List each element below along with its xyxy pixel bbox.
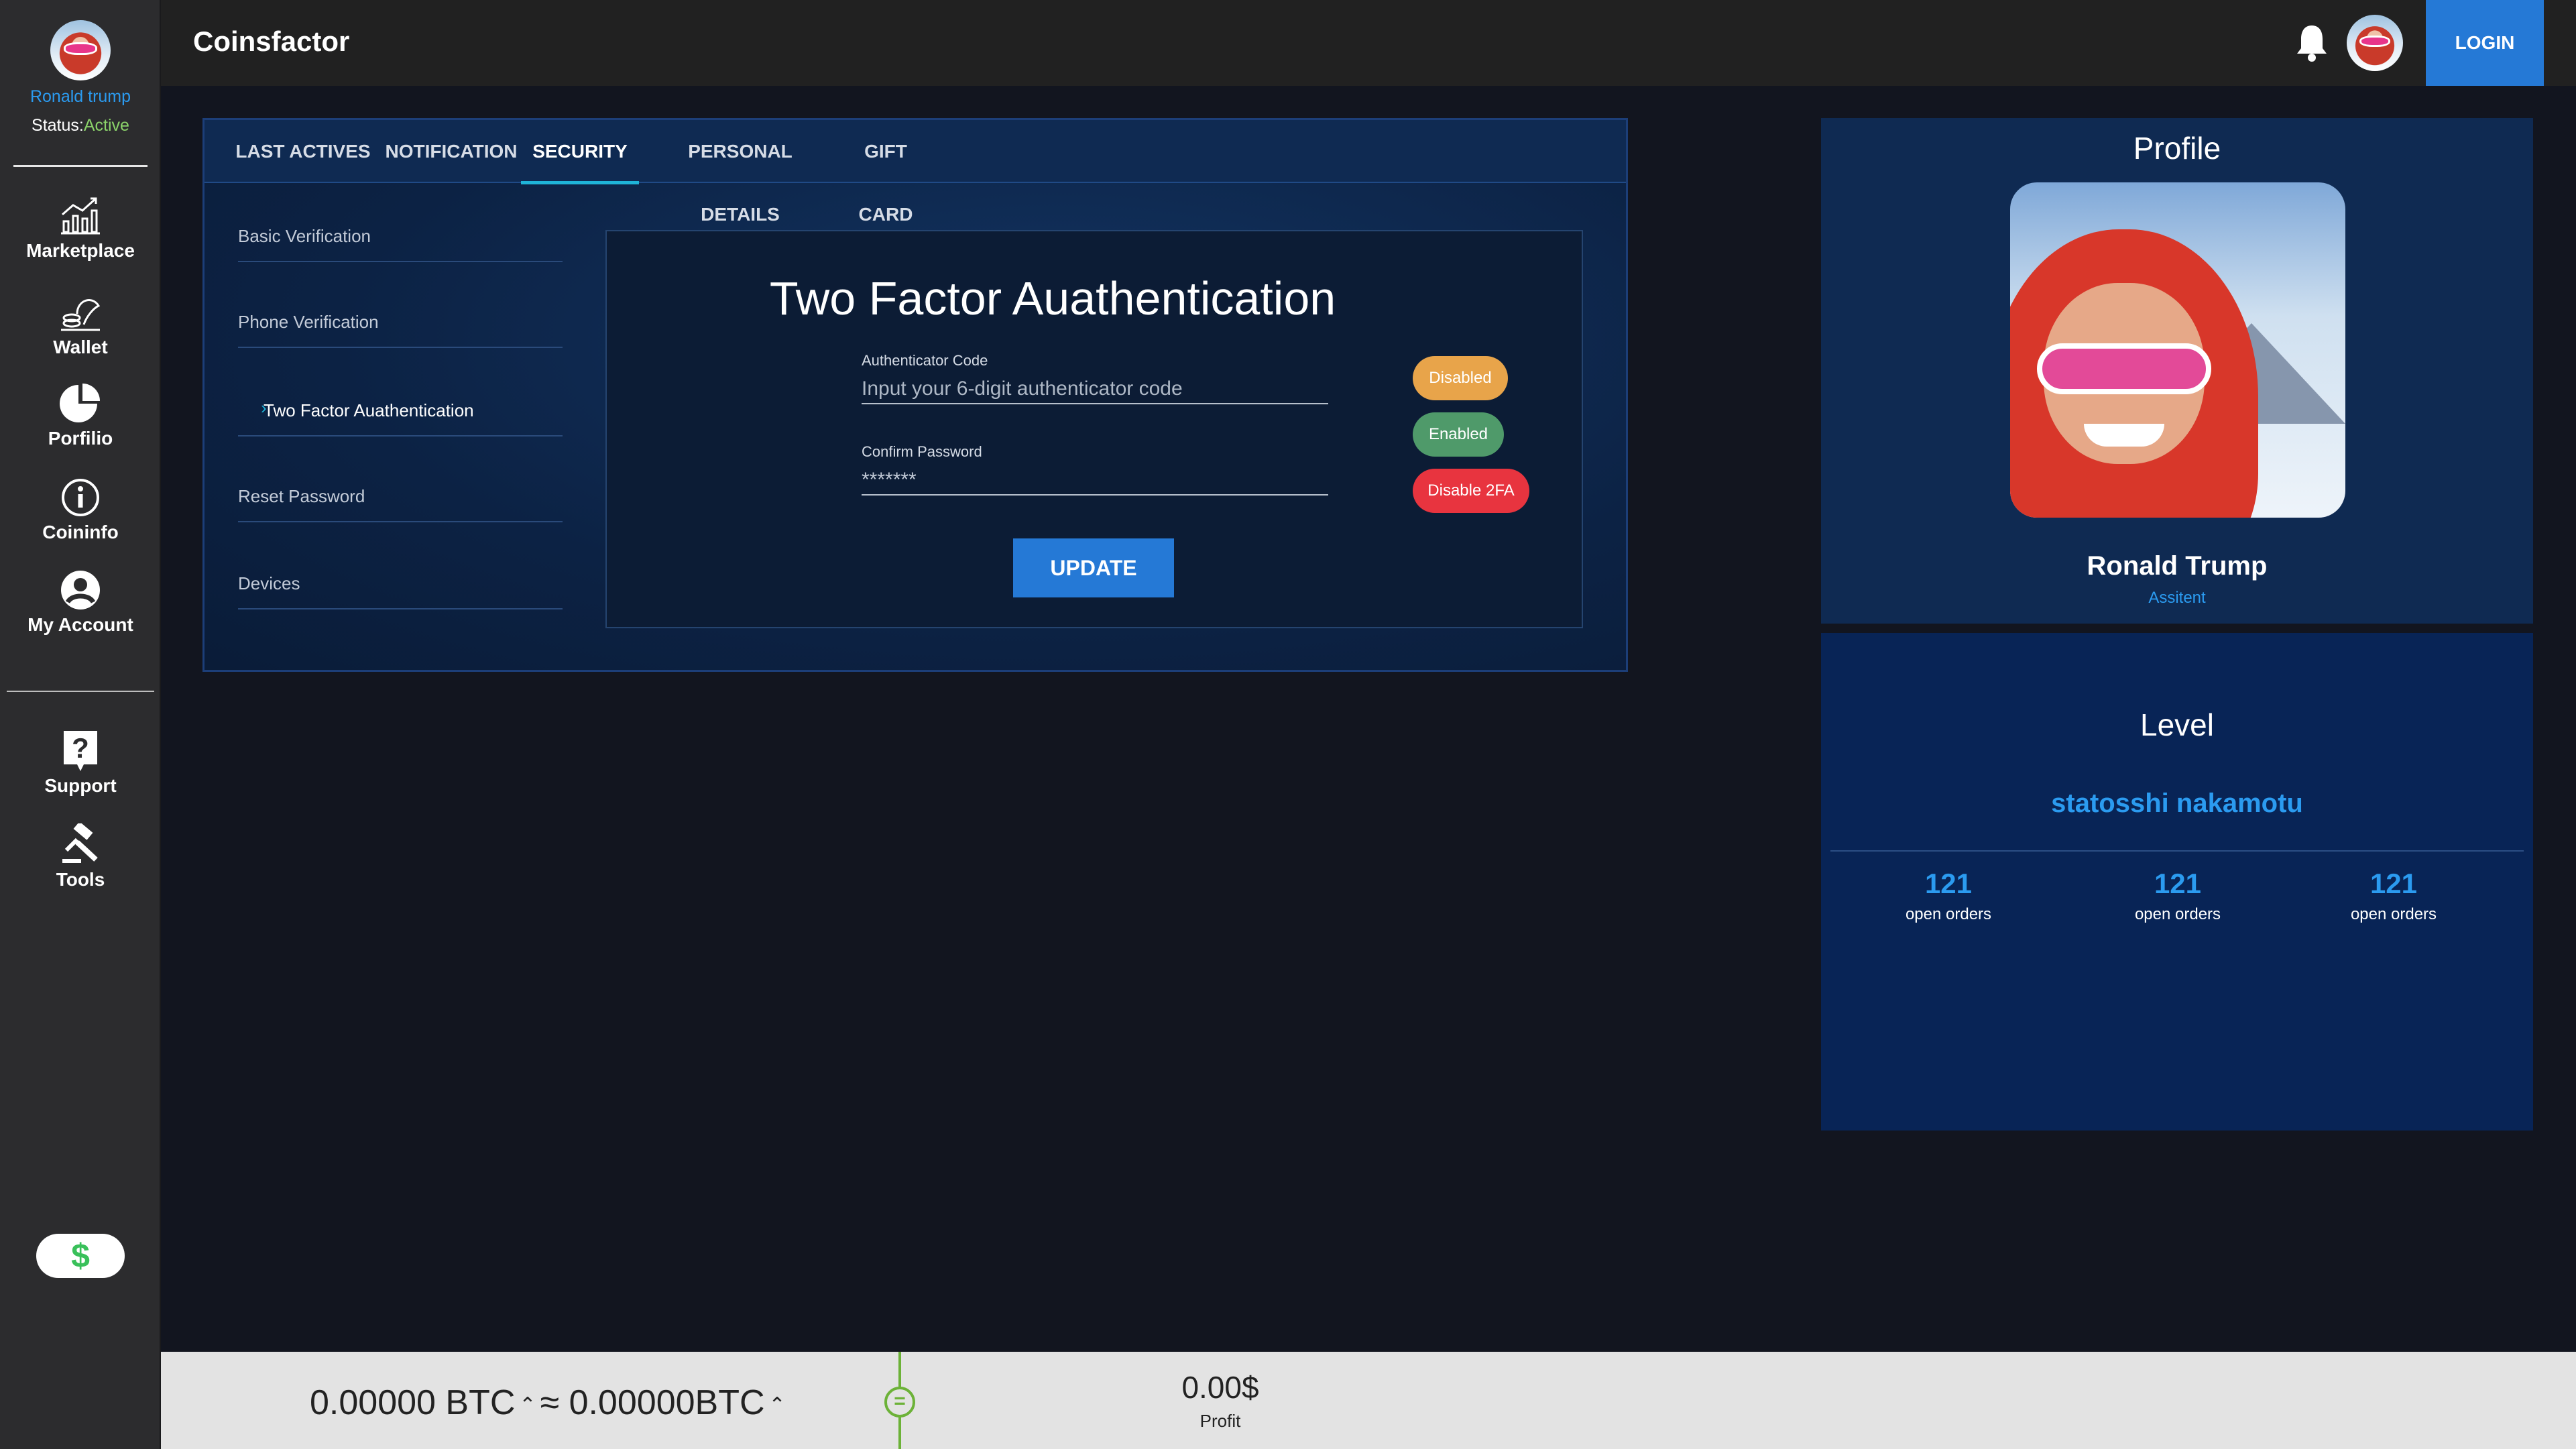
disable-2fa-button[interactable]: Disable 2FA: [1413, 469, 1529, 513]
sidebar-user-name[interactable]: Ronald trump: [0, 87, 161, 107]
user-icon: [61, 571, 100, 610]
sidebar-avatar[interactable]: [50, 20, 111, 80]
tab-notification[interactable]: NOTIFICATION: [377, 120, 525, 183]
confirm-password-input[interactable]: [862, 466, 1328, 496]
btc-right-value: 0.00000BTC: [569, 1383, 765, 1422]
bell-icon[interactable]: [2293, 23, 2331, 63]
side-item-devices[interactable]: Devices: [238, 573, 563, 610]
sidebar-item-my-account[interactable]: My Account: [0, 569, 161, 636]
approx-sign: ≈: [540, 1383, 560, 1422]
profile-title: Profile: [2133, 131, 2221, 166]
btc-left-value: 0.00000 BTC: [310, 1383, 516, 1422]
sidebar-item-portfolio[interactable]: Porfilio: [0, 382, 161, 449]
authenticator-code-input[interactable]: [862, 375, 1328, 404]
caret-up-icon[interactable]: ⌃: [769, 1394, 786, 1416]
tab-gift-card[interactable]: GIFT CARD: [835, 120, 937, 225]
sidebar-status: Status:Active: [0, 116, 161, 135]
side-item-reset-password[interactable]: Reset Password: [238, 486, 563, 522]
level-title: Level: [2140, 707, 2214, 742]
sidebar-divider: [7, 691, 154, 692]
sidebar-item-label: Marketplace: [26, 240, 135, 261]
sidebar-user: Ronald trump Status:Active: [0, 20, 161, 135]
sidebar-item-label: Tools: [56, 869, 105, 890]
question-icon: ?: [64, 731, 97, 771]
bottom-bar: 0.00000 BTC ⌃ ≈ 0.00000BTC ⌃ = 0.00$ Profit: [161, 1352, 2576, 1449]
sidebar-item-label: My Account: [27, 614, 133, 635]
stat-value: 121: [2369, 868, 2418, 899]
profile-role: Assitent: [2148, 589, 2206, 607]
sidebar-divider: [13, 165, 148, 167]
authenticator-code-field: Authenticator Code: [862, 352, 1328, 404]
side-item-basic-verification[interactable]: Basic Verification: [238, 226, 563, 262]
sidebar-item-label: Wallet: [53, 337, 108, 357]
tab-security[interactable]: SECURITY: [521, 120, 639, 184]
tab-last-actives[interactable]: LAST ACTIVES: [219, 120, 387, 183]
sidebar-item-label: Coininfo: [42, 522, 119, 542]
enabled-pill[interactable]: Enabled: [1413, 412, 1504, 457]
side-item-label: Two Factor Auathentication: [264, 400, 474, 420]
sidebar-item-coininfo[interactable]: Coininfo: [0, 476, 161, 543]
profit-value: 0.00$: [1181, 1370, 1259, 1405]
profile-name: Ronald Trump: [2087, 551, 2268, 581]
stat-label: open orders: [2350, 905, 2437, 923]
header-avatar[interactable]: [2347, 15, 2403, 71]
gavel-icon: [62, 823, 98, 863]
chevron-right-icon: ›: [261, 398, 267, 418]
profit-label: Profit: [1199, 1411, 1241, 1431]
confirm-password-label: Confirm Password: [862, 443, 982, 460]
side-item-label: Basic Verification: [238, 226, 371, 246]
chart-icon: [61, 197, 100, 235]
disabled-pill[interactable]: Disabled: [1413, 356, 1508, 400]
stat-label: open orders: [2134, 905, 2221, 923]
app-title[interactable]: Coinsfactor: [193, 25, 349, 58]
stat-value: 121: [2154, 868, 2202, 899]
status-label: Status:: [32, 116, 84, 135]
stat-open-orders: 121 open orders: [1841, 868, 2056, 924]
wallet-icon: [61, 299, 101, 331]
two-factor-title: Two Factor Auathentication: [769, 272, 1336, 325]
sidebar-item-label: Support: [44, 775, 117, 796]
confirm-password-field: Confirm Password: [862, 443, 1328, 496]
side-item-two-factor[interactable]: › Two Factor Auathentication: [238, 398, 563, 437]
tab-personal-details[interactable]: PERSONAL DETAILS: [650, 120, 831, 225]
side-item-phone-verification[interactable]: Phone Verification: [238, 312, 563, 348]
sidebar-item-marketplace[interactable]: Marketplace: [0, 194, 161, 262]
side-item-label: Devices: [238, 573, 300, 593]
info-icon: [62, 479, 99, 516]
equals-icon[interactable]: =: [884, 1387, 915, 1417]
sidebar-item-support[interactable]: ? Support: [0, 730, 161, 797]
top-bar: Coinsfactor LOGIN: [161, 0, 2576, 86]
stat-value: 121: [1924, 868, 1973, 899]
stat-open-orders: 121 open orders: [2070, 868, 2285, 924]
level-divider: [1830, 850, 2524, 852]
svg-text:?: ?: [72, 732, 89, 764]
level-name: statosshi nakamotu: [2051, 789, 2303, 818]
sidebar-item-label: Porfilio: [48, 428, 113, 449]
pie-chart-icon: [60, 384, 100, 422]
sidebar-item-tools[interactable]: Tools: [0, 823, 161, 890]
profile-card: Profile Ronald Trump Assitent: [1821, 118, 2533, 624]
caret-up-icon[interactable]: ⌃: [519, 1394, 536, 1416]
btc-readout: 0.00000 BTC ⌃ ≈ 0.00000BTC ⌃: [310, 1383, 790, 1423]
authenticator-code-label: Authenticator Code: [862, 352, 988, 369]
update-button[interactable]: UPDATE: [1013, 538, 1174, 597]
side-item-label: Reset Password: [238, 486, 365, 506]
login-button[interactable]: LOGIN: [2426, 0, 2544, 86]
security-panel: LAST ACTIVES NOTIFICATION SECURITY PERSO…: [202, 118, 1628, 672]
level-card: Level statosshi nakamotu 121 open orders…: [1821, 633, 2533, 1131]
tab-bar: LAST ACTIVES NOTIFICATION SECURITY PERSO…: [204, 120, 1626, 225]
stat-open-orders: 121 open orders: [2286, 868, 2501, 924]
two-factor-card: Two Factor Auathentication Authenticator…: [605, 230, 1583, 628]
sidebar: Ronald trump Status:Active Marketplace W…: [0, 0, 161, 1449]
sidebar-item-wallet[interactable]: Wallet: [0, 291, 161, 358]
side-item-label: Phone Verification: [238, 312, 379, 332]
currency-toggle[interactable]: $: [36, 1234, 125, 1278]
status-value: Active: [83, 116, 129, 135]
profile-photo: [2010, 182, 2345, 518]
stat-label: open orders: [1905, 905, 1992, 923]
